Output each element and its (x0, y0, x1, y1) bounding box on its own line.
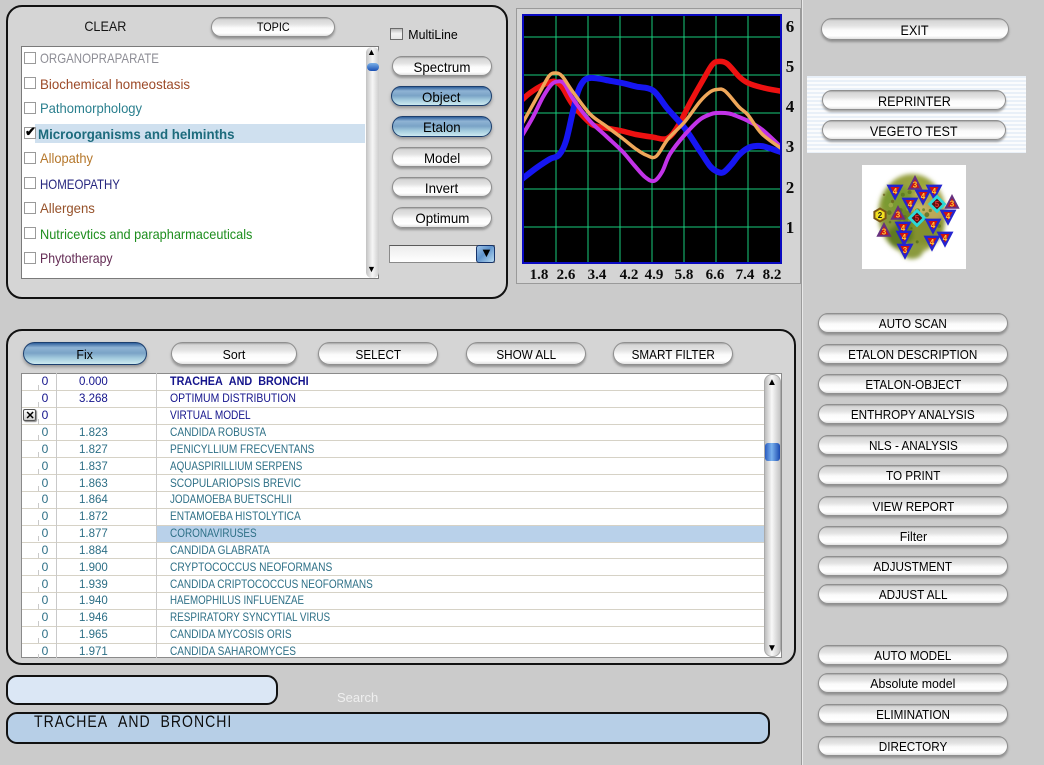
svg-text:3: 3 (913, 181, 918, 190)
svg-text:4: 4 (930, 238, 935, 247)
svg-text:4: 4 (921, 192, 926, 201)
svg-text:4: 4 (932, 187, 937, 196)
svg-text:3: 3 (896, 211, 901, 220)
svg-text:4: 4 (943, 234, 948, 243)
svg-text:3: 3 (903, 246, 908, 255)
svg-text:5: 5 (935, 200, 940, 209)
svg-text:3: 3 (950, 200, 955, 209)
svg-text:3: 3 (882, 228, 887, 237)
svg-text:2: 2 (878, 211, 883, 220)
svg-text:4: 4 (946, 212, 951, 221)
svg-text:4: 4 (902, 233, 907, 242)
svg-text:4: 4 (893, 187, 898, 196)
svg-text:4: 4 (931, 221, 936, 230)
svg-text:5: 5 (915, 214, 920, 223)
svg-text:4: 4 (908, 200, 913, 209)
